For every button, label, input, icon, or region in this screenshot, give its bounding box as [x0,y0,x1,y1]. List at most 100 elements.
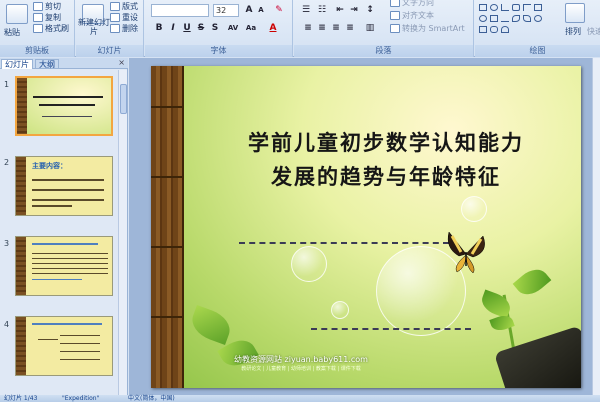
paragraph-group-label: 段落 [294,45,473,57]
line-shape-icon[interactable] [501,4,509,11]
slide-scrollbar[interactable] [592,58,600,395]
cut-label: 剪切 [45,2,61,11]
brace-shape-icon[interactable] [534,15,542,22]
bold-button[interactable]: B [153,22,165,34]
slide-thumbnail-4[interactable] [15,316,113,376]
oval-shape-icon[interactable] [490,4,498,11]
wave-shape-icon[interactable] [523,15,531,22]
slide-title[interactable]: 学前儿童初步数学认知能力 发展的趋势与年龄特征 [191,126,581,194]
square-shape-icon[interactable] [490,15,498,22]
close-icon[interactable]: × [118,58,125,67]
theme-name: "Expedition" [62,395,100,402]
elbow-shape-icon[interactable] [523,4,531,11]
bamboo-slip-strip [151,66,184,388]
bamboo-knot [151,106,184,108]
align-left-button[interactable]: ≡ [302,22,314,34]
thumb-number: 3 [4,239,10,248]
pane-tabs: 幻灯片 大纲 × [0,58,128,69]
align-text-icon [390,11,400,20]
text-direction-label: 文字方向 [402,0,434,7]
thumb-bamboo-strip [16,237,26,295]
decrease-indent-button[interactable]: ⇤ [334,4,346,16]
slide-thumbnail-1[interactable] [15,76,113,136]
text-direction-button[interactable]: 文字方向 [390,0,434,8]
line-spacing-button[interactable]: ↕ [364,4,376,16]
clear-format-button[interactable]: ✎ [273,4,285,16]
drawing-group: 排列 快速样式 绘图 [475,0,600,57]
thumb-number: 1 [4,80,10,89]
numbering-button[interactable]: ☷ [316,4,328,16]
language-status[interactable]: 中文(简体，中国) [128,395,175,402]
thumb-link-line [32,279,82,280]
callout-shape-icon[interactable] [479,26,487,33]
thumb-text-line [32,258,108,259]
bubble [331,301,349,319]
paragraph-group: ☰ ☷ ⇤ ⇥ ↕ ≡ ≡ ≡ ≡ ▥ 文字方向 对齐文本 转换为 SmartA… [294,0,474,57]
justify-button[interactable]: ≡ [344,22,356,34]
shadow-button[interactable]: S [209,22,221,34]
slide-thumbnail-3[interactable] [15,236,113,296]
butterfly-icon [447,231,485,274]
strikethrough-button[interactable]: S [195,22,207,34]
shrink-font-button[interactable]: A [255,4,267,16]
copy-button[interactable]: 复制 [33,12,61,23]
bubble [461,196,487,222]
arrow-shape-icon[interactable] [534,4,542,11]
reset-button[interactable]: 重设 [110,12,138,23]
thumb-text-line [32,273,108,274]
thumb-title: 主要内容： [32,162,67,170]
thumbnail-scrollbar[interactable] [118,70,127,395]
thumb-dash-line [42,116,92,117]
layout-icon [110,2,120,11]
paste-button[interactable]: 粘贴 [4,27,20,38]
rounded-rect-shape-icon[interactable] [512,4,520,11]
thumb-diagram-line [60,343,100,344]
new-slide-button[interactable]: 新建幻灯片 [78,18,110,36]
layout-button[interactable]: 版式 [110,1,138,12]
bamboo-knot [151,246,184,248]
tab-outline[interactable]: 大纲 [35,59,59,69]
increase-indent-button[interactable]: ⇥ [348,4,360,16]
slides-pane: 幻灯片 大纲 × 1 2 主要内容： 3 4 [0,58,128,395]
font-size-combo[interactable]: 32 [213,4,239,17]
quick-styles-button[interactable]: 快速样式 [587,26,600,37]
star-shape-icon[interactable] [490,26,498,33]
smartart-button[interactable]: 转换为 SmartArt [390,23,465,34]
grow-font-button[interactable]: A [243,4,255,16]
curve-shape-icon[interactable] [512,15,520,22]
arc-shape-icon[interactable] [501,26,509,33]
align-right-button[interactable]: ≡ [330,22,342,34]
scrollbar-thumb[interactable] [120,84,127,114]
italic-button[interactable]: I [167,22,179,34]
underline-shape-icon[interactable] [501,15,509,22]
thumb-diagram-line [60,359,100,360]
slide-footer-text: 幼教资源网站 ziyuan.baby611.com [234,355,368,364]
underline-button[interactable]: U [181,22,193,34]
bubble [291,246,327,282]
font-color-button[interactable]: A [267,22,279,34]
char-spacing-button[interactable]: AV [227,22,239,34]
thumb-text-line [32,179,104,181]
columns-button[interactable]: ▥ [364,22,376,34]
format-painter-button[interactable]: 格式刷 [33,23,69,34]
scissors-icon [33,2,43,11]
circle-shape-icon[interactable] [479,15,487,22]
status-bar: 幻灯片 1/43 "Expedition" 中文(简体，中国) [0,395,600,402]
rectangle-shape-icon[interactable] [479,4,487,11]
slide-thumbnail-2[interactable]: 主要内容： [15,156,113,216]
reset-label: 重设 [122,13,138,22]
font-name-combo[interactable] [151,4,209,17]
slide[interactable]: 学前儿童初步数学认知能力 发展的趋势与年龄特征 幼教资源网站 ziyuan.ba… [151,66,581,388]
thumb-number: 2 [4,158,10,167]
delete-button[interactable]: 删除 [110,23,138,34]
bullets-button[interactable]: ☰ [300,4,312,16]
thumb-text-line [32,263,108,264]
thumb-heading-line [32,243,98,245]
tab-slides[interactable]: 幻灯片 [1,59,33,69]
change-case-button[interactable]: Aa [245,22,257,34]
align-center-button[interactable]: ≡ [316,22,328,34]
align-text-button[interactable]: 对齐文本 [390,10,434,21]
thumb-diagram-line [60,351,100,352]
arrange-button[interactable]: 排列 [565,26,581,37]
cut-button[interactable]: 剪切 [33,1,61,12]
